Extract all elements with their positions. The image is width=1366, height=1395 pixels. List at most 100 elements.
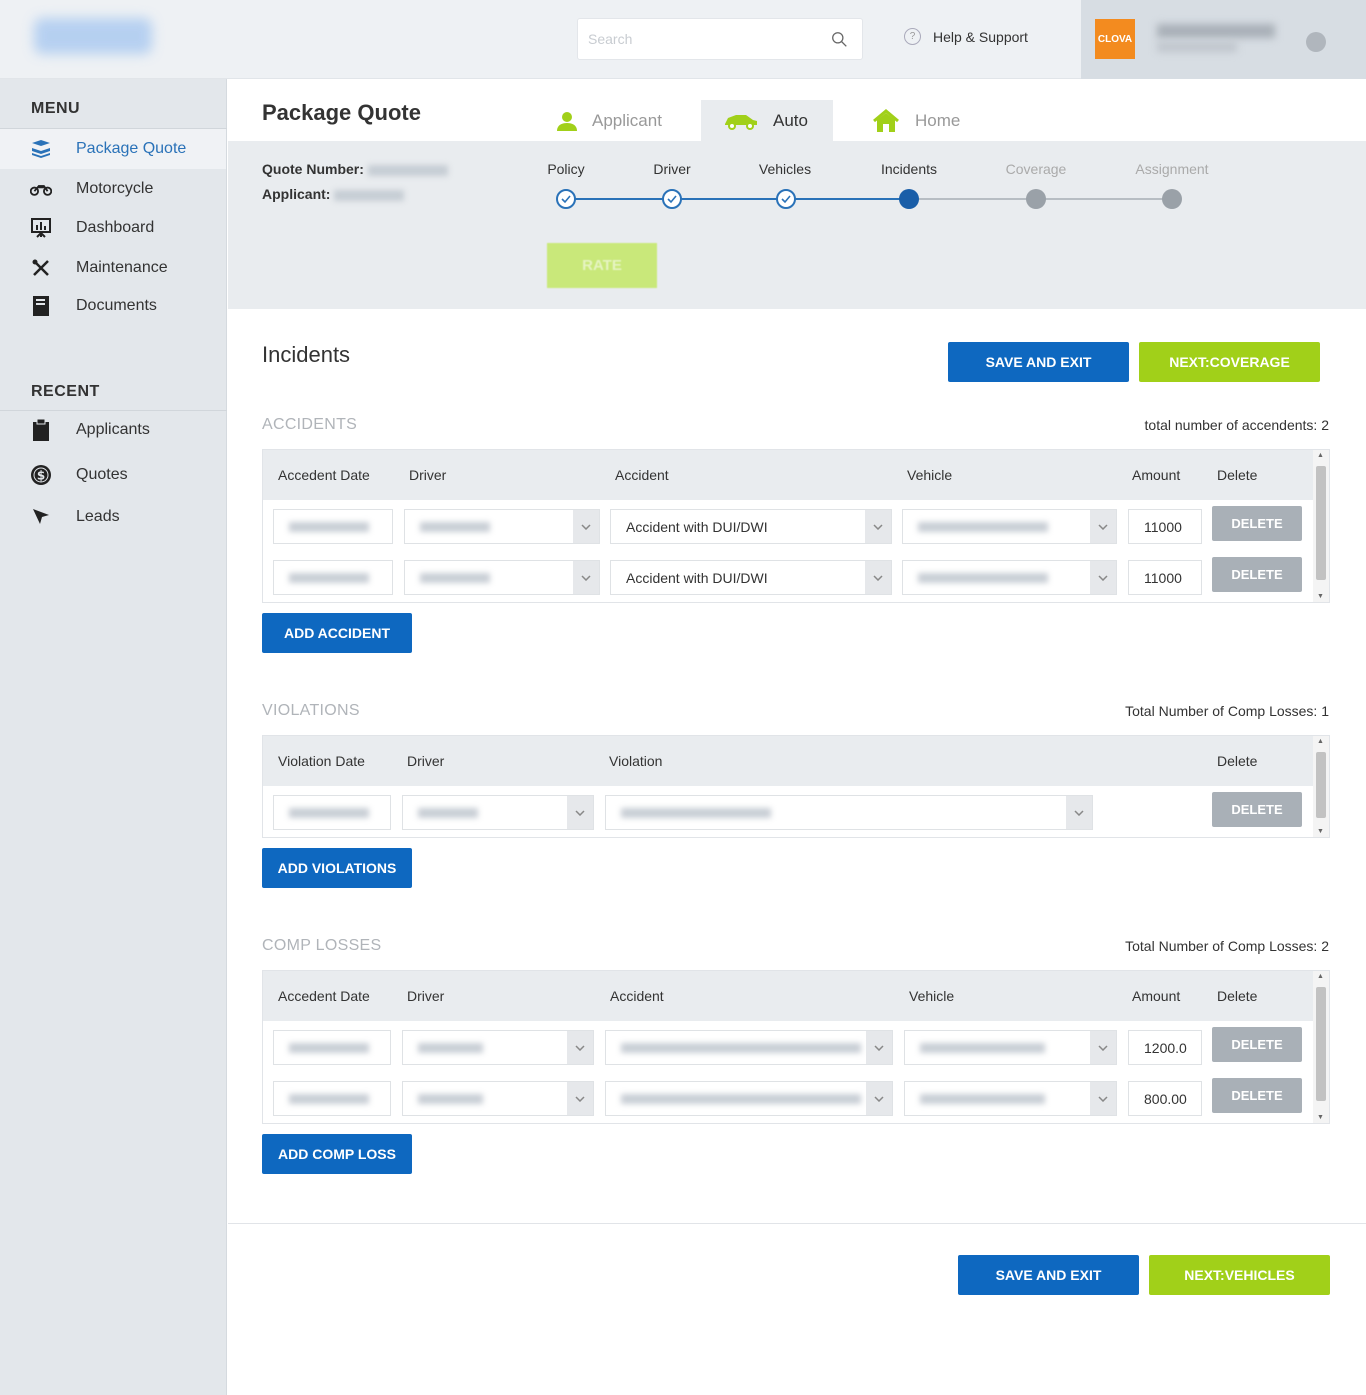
sidebar-item-label: Documents bbox=[76, 297, 157, 314]
menu-title: MENU bbox=[31, 100, 81, 117]
delete-button[interactable]: DELETE bbox=[1212, 1078, 1302, 1113]
applicant-info: Applicant: bbox=[262, 186, 405, 202]
accident-select[interactable] bbox=[605, 1030, 893, 1065]
next-vehicles-button[interactable]: NEXT:VEHICLES bbox=[1149, 1255, 1330, 1295]
driver-select[interactable] bbox=[404, 509, 600, 544]
accident-select[interactable]: Accident with DUI/DWI bbox=[610, 560, 892, 595]
search-box[interactable] bbox=[577, 18, 863, 60]
add-comp-loss-button[interactable]: ADD COMP LOSS bbox=[262, 1134, 412, 1174]
scroll-up-icon[interactable]: ▲ bbox=[1317, 973, 1324, 980]
step-coverage[interactable]: Coverage bbox=[986, 161, 1086, 177]
accident-date-input[interactable] bbox=[273, 1030, 391, 1065]
amount-input[interactable]: 11000 bbox=[1128, 509, 1202, 544]
tab-auto[interactable]: Auto bbox=[701, 100, 833, 142]
amount-input[interactable]: 1200.0 bbox=[1128, 1030, 1202, 1065]
help-label: Help & Support bbox=[933, 28, 1028, 45]
add-violations-button[interactable]: ADD VIOLATIONS bbox=[262, 848, 412, 888]
blurred-value bbox=[621, 807, 771, 818]
tab-applicant[interactable]: Applicant bbox=[541, 100, 681, 142]
driver-select[interactable] bbox=[402, 1030, 594, 1065]
scrollbar[interactable]: ▲ ▼ bbox=[1313, 971, 1329, 1123]
search-icon[interactable] bbox=[831, 31, 848, 48]
blurred-value bbox=[289, 1093, 369, 1104]
violation-date-input[interactable] bbox=[273, 795, 391, 830]
scroll-up-icon[interactable]: ▲ bbox=[1317, 738, 1324, 745]
sidebar-item-maintenance[interactable]: Maintenance bbox=[0, 248, 226, 288]
quote-number-value bbox=[367, 164, 448, 176]
accidents-total: total number of accendents: 2 bbox=[1144, 417, 1329, 433]
column-header: Violation bbox=[609, 753, 663, 769]
blurred-value bbox=[918, 521, 1048, 532]
blurred-value bbox=[420, 572, 490, 583]
avatar[interactable] bbox=[1306, 32, 1326, 52]
sidebar-item-package-quote[interactable]: Package Quote bbox=[0, 129, 226, 169]
sidebar-item-leads[interactable]: Leads bbox=[0, 497, 226, 537]
sidebar-item-quotes[interactable]: $ Quotes bbox=[0, 455, 226, 495]
scroll-down-icon[interactable]: ▼ bbox=[1317, 593, 1324, 600]
next-coverage-button[interactable]: NEXT:COVERAGE bbox=[1139, 342, 1320, 382]
scrollbar[interactable]: ▲ ▼ bbox=[1313, 450, 1329, 602]
user-panel[interactable]: CLOVA bbox=[1081, 0, 1366, 79]
scroll-thumb[interactable] bbox=[1316, 752, 1326, 818]
amount-input[interactable]: 11000 bbox=[1128, 560, 1202, 595]
scroll-down-icon[interactable]: ▼ bbox=[1317, 1114, 1324, 1121]
accident-value: Accident with DUI/DWI bbox=[626, 569, 768, 586]
driver-select[interactable] bbox=[402, 1081, 594, 1116]
step-coverage-dot bbox=[1026, 189, 1046, 209]
tools-icon bbox=[30, 257, 52, 279]
scroll-thumb[interactable] bbox=[1316, 466, 1326, 580]
vehicle-select[interactable] bbox=[904, 1081, 1117, 1116]
sidebar-item-documents[interactable]: Documents bbox=[0, 286, 226, 326]
violation-select[interactable] bbox=[605, 795, 1093, 830]
blurred-value bbox=[920, 1042, 1045, 1053]
sidebar-item-motorcycle[interactable]: Motorcycle bbox=[0, 169, 226, 209]
delete-button[interactable]: DELETE bbox=[1212, 506, 1302, 541]
person-icon bbox=[556, 110, 578, 132]
scroll-down-icon[interactable]: ▼ bbox=[1317, 828, 1324, 835]
sidebar-item-dashboard[interactable]: Dashboard bbox=[0, 208, 226, 248]
vehicle-select[interactable] bbox=[902, 509, 1117, 544]
blurred-value bbox=[418, 807, 478, 818]
sidebar-item-applicants[interactable]: Applicants bbox=[0, 410, 226, 450]
delete-button[interactable]: DELETE bbox=[1212, 557, 1302, 592]
rate-button[interactable]: RATE bbox=[547, 243, 657, 288]
search-input[interactable] bbox=[588, 31, 818, 47]
vehicle-select[interactable] bbox=[902, 560, 1117, 595]
accident-date-input[interactable] bbox=[273, 560, 393, 595]
step-policy[interactable]: Policy bbox=[516, 161, 616, 177]
brand-logo: CLOVA bbox=[1095, 19, 1135, 59]
chevron-down-icon bbox=[865, 510, 891, 543]
comp-losses-total: Total Number of Comp Losses: 2 bbox=[1125, 938, 1329, 954]
step-assignment[interactable]: Assignment bbox=[1122, 161, 1222, 177]
applicant-label: Applicant: bbox=[262, 186, 331, 202]
accident-date-input[interactable] bbox=[273, 509, 393, 544]
delete-button[interactable]: DELETE bbox=[1212, 1027, 1302, 1062]
driver-select[interactable] bbox=[404, 560, 600, 595]
save-and-exit-button[interactable]: SAVE AND EXIT bbox=[948, 342, 1129, 382]
chevron-down-icon bbox=[1090, 510, 1116, 543]
accident-date-input[interactable] bbox=[273, 1081, 391, 1116]
step-incidents[interactable]: Incidents bbox=[859, 161, 959, 177]
user-name bbox=[1157, 24, 1275, 38]
scrollbar[interactable]: ▲ ▼ bbox=[1313, 736, 1329, 837]
blurred-value bbox=[289, 572, 369, 583]
accidents-title: ACCIDENTS bbox=[262, 416, 358, 433]
driver-select[interactable] bbox=[402, 795, 594, 830]
tab-home[interactable]: Home bbox=[858, 100, 998, 142]
scroll-up-icon[interactable]: ▲ bbox=[1317, 452, 1324, 459]
add-accident-button[interactable]: ADD ACCIDENT bbox=[262, 613, 412, 653]
accident-select[interactable]: Accident with DUI/DWI bbox=[610, 509, 892, 544]
scroll-thumb[interactable] bbox=[1316, 987, 1326, 1101]
company-logo[interactable] bbox=[34, 18, 152, 54]
footer-save-and-exit-button[interactable]: SAVE AND EXIT bbox=[958, 1255, 1139, 1295]
blurred-value bbox=[621, 1093, 861, 1104]
vehicle-select[interactable] bbox=[904, 1030, 1117, 1065]
delete-button[interactable]: DELETE bbox=[1212, 792, 1302, 827]
step-vehicles[interactable]: Vehicles bbox=[735, 161, 835, 177]
amount-input[interactable]: 800.00 bbox=[1128, 1081, 1202, 1116]
accident-select[interactable] bbox=[605, 1081, 893, 1116]
help-support-link[interactable]: ? Help & Support bbox=[904, 28, 1028, 45]
quote-number-label: Quote Number: bbox=[262, 161, 364, 177]
step-driver[interactable]: Driver bbox=[622, 161, 722, 177]
chevron-down-icon bbox=[573, 561, 599, 594]
